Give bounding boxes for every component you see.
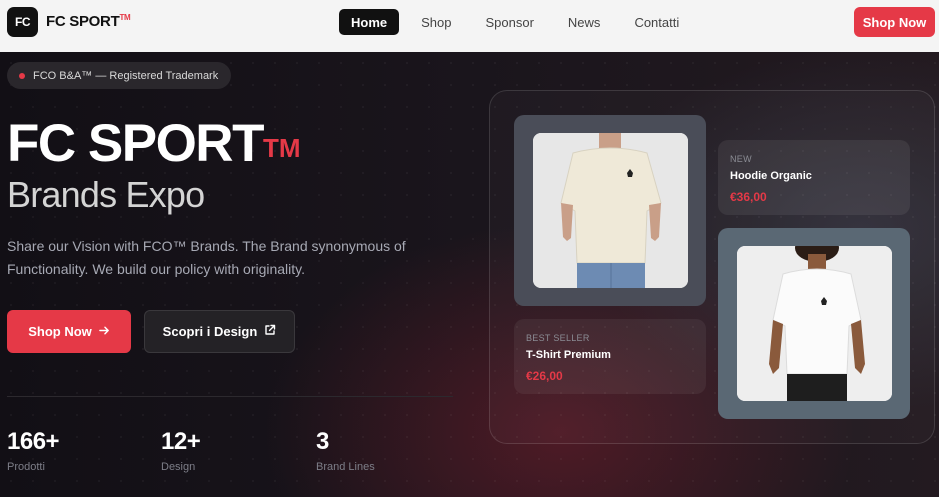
nav-link-shop[interactable]: Shop [409,9,463,35]
hero-subtitle: Brands Expo [7,174,205,215]
nav-links: Home Shop Sponsor News Contatti [339,9,701,35]
card-price: €26,00 [526,369,563,383]
beige-tshirt-photo[interactable] [533,133,688,288]
white-tshirt-photo[interactable] [737,246,892,401]
top-navbar: FC FC SPORTTM Home Shop Sponsor News Con… [0,0,939,52]
nav-link-contatti[interactable]: Contatti [622,9,691,35]
nav-link-sponsor[interactable]: Sponsor [474,9,546,35]
product-card-hoodie[interactable]: NEW Hoodie Organic €36,00 [718,140,910,215]
scopri-design-label: Scopri i Design [162,324,258,339]
arrow-right-icon [98,325,110,339]
card-name: T-Shirt Premium [526,349,611,361]
trademark-badge: FCO B&A™ — Registered Trademark [7,62,232,89]
hero-description: Share our Vision with FCO™ Brands. The B… [7,238,406,277]
stat-label: Brand Lines [316,461,375,473]
logo-text-label: FC SPORT [46,13,120,30]
stat-value: 166+ [7,428,60,455]
stat-value: 3 [316,428,329,455]
hero-title-text: FC SPORT [7,114,264,173]
hero-title: FC SPORTTM [7,114,301,174]
product-card-tshirt[interactable]: BEST SELLER T-Shirt Premium €26,00 [514,319,706,394]
badge-dot-icon [19,72,25,79]
hero-title-tm: TM [262,133,301,163]
scopri-design-button[interactable]: Scopri i Design [144,310,295,353]
logo-tm: TM [119,13,131,22]
beige-tshirt-image [533,133,688,288]
external-link-icon [264,324,276,339]
stat-label: Prodotti [7,461,45,473]
stat-prodotti: 166+ Prodotti [7,428,60,473]
white-tshirt-image [737,246,892,401]
nav-link-home[interactable]: Home [339,9,400,35]
stat-design: 12+ Design [161,428,201,473]
card-name: Hoodie Organic [730,170,812,182]
stat-brand-lines: 3 Brand Lines [316,428,375,473]
nav-shop-now-button[interactable]: Shop Now [854,7,935,37]
logo-mark[interactable]: FC [7,7,38,37]
card-tag: NEW [730,154,752,164]
card-price: €36,00 [730,190,767,204]
shop-now-label: Shop Now [28,324,92,339]
shop-now-button[interactable]: Shop Now [7,310,131,353]
badge-text: FCO B&A™ — Registered Trademark [33,69,219,82]
card-tag: BEST SELLER [526,333,590,343]
stat-value: 12+ [161,428,201,455]
logo-text[interactable]: FC SPORTTM [46,13,131,30]
stats-divider [7,396,453,397]
hero-section: FCO B&A™ — Registered Trademark FC SPORT… [0,52,939,497]
nav-link-news[interactable]: News [556,9,613,35]
stat-label: Design [161,461,196,473]
